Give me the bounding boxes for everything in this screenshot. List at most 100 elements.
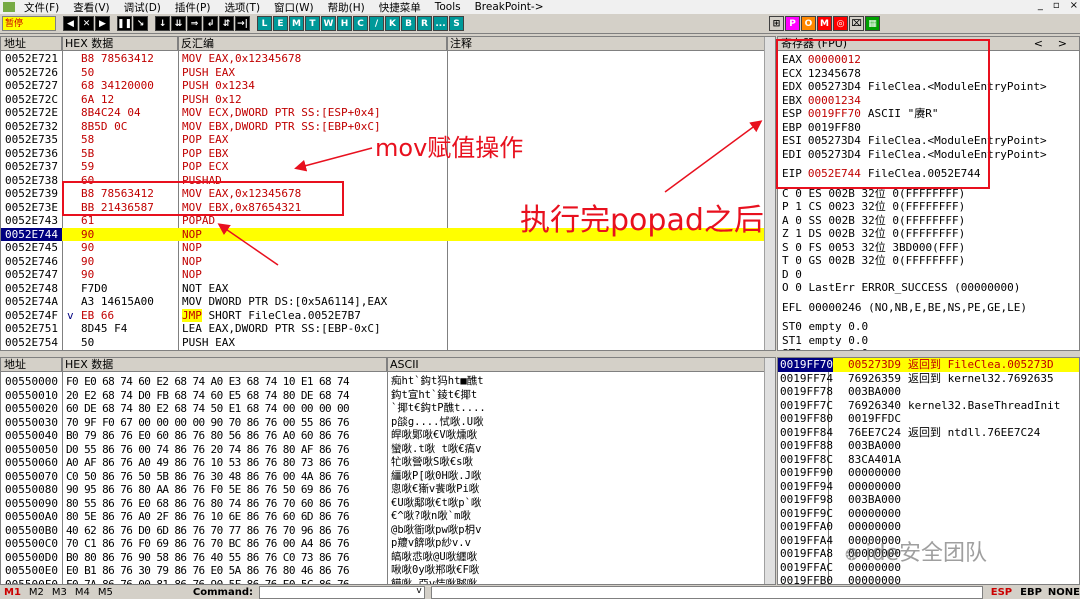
close-button[interactable]: ✕ xyxy=(79,16,94,31)
segment-row[interactable]: T 0 GS 002B 32位 0(FFFFFFFF) xyxy=(782,254,965,268)
disasm-row[interactable]: 0052E747 90 NOP xyxy=(1,268,765,282)
dump-row[interactable]: 00550030 70 9F F0 67 00 00 00 00 90 70 86… xyxy=(1,416,765,430)
segment-row[interactable]: P 1 CS 0023 32位 0(FFFFFFFF) xyxy=(782,200,965,214)
nav-right-icon[interactable]: > xyxy=(1058,37,1067,51)
executables-button[interactable]: E xyxy=(273,16,288,31)
dump-row[interactable]: 005500E0 E0 B1 86 76 30 79 86 76 E0 5A 86… xyxy=(1,564,765,578)
tab-m1[interactable]: M1 xyxy=(4,587,21,598)
disasm-row[interactable]: 0052E748 F7D0 NOT EAX xyxy=(1,282,765,296)
menu-file[interactable]: 文件(F) xyxy=(17,0,66,15)
trace-over-button[interactable]: ⇒ xyxy=(187,16,202,31)
restore-icon[interactable]: ▫ xyxy=(1053,0,1060,11)
segment-row[interactable]: O 0 LastErr ERROR_SUCCESS (00000000) xyxy=(782,281,1020,295)
disasm-row[interactable]: 0052E746 90 NOP xyxy=(1,255,765,269)
disasm-row[interactable]: 0052E74A A3 14615A00 MOV DWORD PTR DS:[0x5… xyxy=(1,295,765,309)
disasm-row[interactable]: 0052E74F EB 66 JMP SHORT FileClea.0052E7B7… xyxy=(1,308,765,323)
fpu-row[interactable]: ST2 empty 0.0 xyxy=(782,347,868,350)
plugin-p-button[interactable]: P xyxy=(785,16,800,31)
disasm-row[interactable]: 0052E751 8D45 F4 LEA EAX,DWORD PTR SS:[EBP… xyxy=(1,322,765,336)
grid-icon[interactable]: ⊞ xyxy=(769,16,784,31)
dump-row[interactable]: 00550040 B0 79 86 76 E0 60 86 76 80 56 86… xyxy=(1,429,765,443)
dump-scrollbar[interactable] xyxy=(764,358,775,584)
dump-row[interactable]: 00550060 A0 AF 86 76 A0 49 86 76 10 53 86… xyxy=(1,456,765,470)
fpu-row[interactable]: ST1 empty 0.0 xyxy=(782,334,868,348)
stack-row[interactable]: 0019FFA0 00000000 xyxy=(778,520,1079,534)
fpu-row[interactable]: ST0 empty 0.0 xyxy=(782,320,868,334)
stack-row[interactable]: 0019FF7C 76926340 kernel32.BaseThreadInit xyxy=(778,399,1079,413)
command-input[interactable]: v xyxy=(259,585,425,599)
stack-row[interactable]: 0019FF8C 83CA401A xyxy=(778,453,1079,467)
disasm-row[interactable]: 0052E745 90 NOP xyxy=(1,241,765,255)
nav-left-icon[interactable]: < xyxy=(1034,37,1043,51)
tab-m3[interactable]: M3 xyxy=(52,587,67,598)
references-button[interactable]: R xyxy=(417,16,432,31)
memory-button[interactable]: M xyxy=(289,16,304,31)
dump-header-ascii[interactable]: ASCII xyxy=(387,358,765,372)
breakpoints-button[interactable]: B xyxy=(401,16,416,31)
handles-button[interactable]: H xyxy=(337,16,352,31)
stack-row[interactable]: 0019FF74 76926359 返回到 kernel32.7692635 xyxy=(778,372,1079,386)
step-over-button[interactable]: ↓ xyxy=(155,16,170,31)
stack-row[interactable]: 0019FF70 005273D9 返回到 FileClea.005273D xyxy=(778,358,1079,372)
disasm-row[interactable]: 0052E727 68 34120000 PUSH 0x1234 xyxy=(1,79,765,93)
disasm-row[interactable]: 0052E754 50 PUSH EAX xyxy=(1,336,765,350)
log-window-button[interactable]: L xyxy=(257,16,272,31)
stack-row[interactable]: 0019FFB0 00000000 xyxy=(778,574,1079,584)
source-button[interactable]: S xyxy=(449,16,464,31)
settings-icon[interactable]: ⌧ xyxy=(849,16,864,31)
dump-row[interactable]: 005500D0 B0 80 86 76 90 58 86 76 40 55 86… xyxy=(1,551,765,565)
stack-row[interactable]: 0019FF88 003BA000 xyxy=(778,439,1079,453)
status-ebp[interactable]: EBP xyxy=(1020,587,1042,598)
disasm-header-hex[interactable]: HEX 数据 xyxy=(62,37,178,51)
dump-row[interactable]: 005500B0 40 62 86 76 D0 6D 86 76 70 77 86… xyxy=(1,524,765,538)
dump-row[interactable]: 005500C0 70 C1 86 76 F0 69 86 76 70 BC 86… xyxy=(1,537,765,551)
disasm-row[interactable]: 0052E721 B8 78563412 MOV EAX,0x12345678 xyxy=(1,52,765,66)
menu-options[interactable]: 选项(T) xyxy=(217,0,267,15)
disasm-scrollbar[interactable] xyxy=(764,37,775,350)
disasm-header-asm[interactable]: 反汇编 xyxy=(178,37,447,51)
run-trace-button[interactable]: ... xyxy=(433,16,448,31)
windows-button[interactable]: W xyxy=(321,16,336,31)
dump-header-address[interactable]: 地址 xyxy=(1,358,62,372)
target-icon[interactable]: ◎ xyxy=(833,16,848,31)
dump-row[interactable]: 00550090 80 55 86 76 E0 68 86 76 80 74 86… xyxy=(1,497,765,511)
tab-m4[interactable]: M4 xyxy=(75,587,90,598)
stack-row[interactable]: 0019FF98 003BA000 xyxy=(778,493,1079,507)
dump-row[interactable]: 00550020 60 DE 68 74 80 E2 68 74 50 E1 68… xyxy=(1,402,765,416)
pause-button[interactable]: ❚❚ xyxy=(117,16,132,31)
close-icon[interactable]: × xyxy=(1070,0,1078,11)
tab-m2[interactable]: M2 xyxy=(29,587,44,598)
dump-row[interactable]: 00550010 20 E2 68 74 D0 FB 68 74 60 E5 68… xyxy=(1,389,765,403)
dump-row[interactable]: 005500F0 F0 7A 86 76 00 81 86 76 90 5F 86… xyxy=(1,578,765,585)
disasm-header-address[interactable]: 地址 xyxy=(1,37,62,51)
step-into-button[interactable]: ↘ xyxy=(133,16,148,31)
menu-help[interactable]: 帮助(H) xyxy=(321,0,372,15)
cpu-button[interactable]: C xyxy=(353,16,368,31)
plugin-m-button[interactable]: M xyxy=(817,16,832,31)
goto-button[interactable]: ⇵ xyxy=(219,16,234,31)
stack-row[interactable]: 0019FF94 00000000 xyxy=(778,480,1079,494)
stack-row[interactable]: 0019FF84 76EE7C24 返回到 ntdll.76EE7C24 xyxy=(778,426,1079,440)
menu-window[interactable]: 窗口(W) xyxy=(267,0,321,15)
execute-till-return-button[interactable]: ↲ xyxy=(203,16,218,31)
chevron-down-icon[interactable]: v xyxy=(416,586,421,596)
efl-row[interactable]: EFL 00000246 (NO,NB,E,BE,NS,PE,GE,LE) xyxy=(782,301,1027,315)
disasm-row[interactable]: 0052E726 50 PUSH EAX xyxy=(1,66,765,80)
status-esp[interactable]: ESP xyxy=(991,587,1012,598)
segment-row[interactable]: D 0 xyxy=(782,268,802,282)
tab-m5[interactable]: M5 xyxy=(98,587,113,598)
stack-row[interactable]: 0019FF78 003BA000 xyxy=(778,385,1079,399)
menu-tools[interactable]: Tools xyxy=(428,1,468,13)
dump-row[interactable]: 00550070 C0 50 86 76 50 5B 86 76 30 48 86… xyxy=(1,470,765,484)
patches-button[interactable]: / xyxy=(369,16,384,31)
disasm-row[interactable]: 0052E72E 8B4C24 04 MOV ECX,DWORD PTR SS:[E… xyxy=(1,106,765,120)
stack-row[interactable]: 0019FF80 0019FFDC xyxy=(778,412,1079,426)
run-to-cursor-button[interactable]: →| xyxy=(235,16,250,31)
menu-debug[interactable]: 调试(D) xyxy=(117,0,168,15)
menu-shortcuts[interactable]: 快捷菜单 xyxy=(372,0,428,15)
plugin-o-button[interactable]: O xyxy=(801,16,816,31)
dump-row[interactable]: 00550050 D0 55 86 76 00 74 86 76 20 74 86… xyxy=(1,443,765,457)
menu-breakpoint[interactable]: BreakPoint-> xyxy=(468,1,551,13)
dump-row[interactable]: 00550000 F0 E0 68 74 60 E2 68 74 A0 E3 68… xyxy=(1,375,765,389)
memory-dump-pane[interactable]: 地址 HEX 数据 ASCII 00550000 F0 E0 68 74 60 E… xyxy=(0,357,776,585)
